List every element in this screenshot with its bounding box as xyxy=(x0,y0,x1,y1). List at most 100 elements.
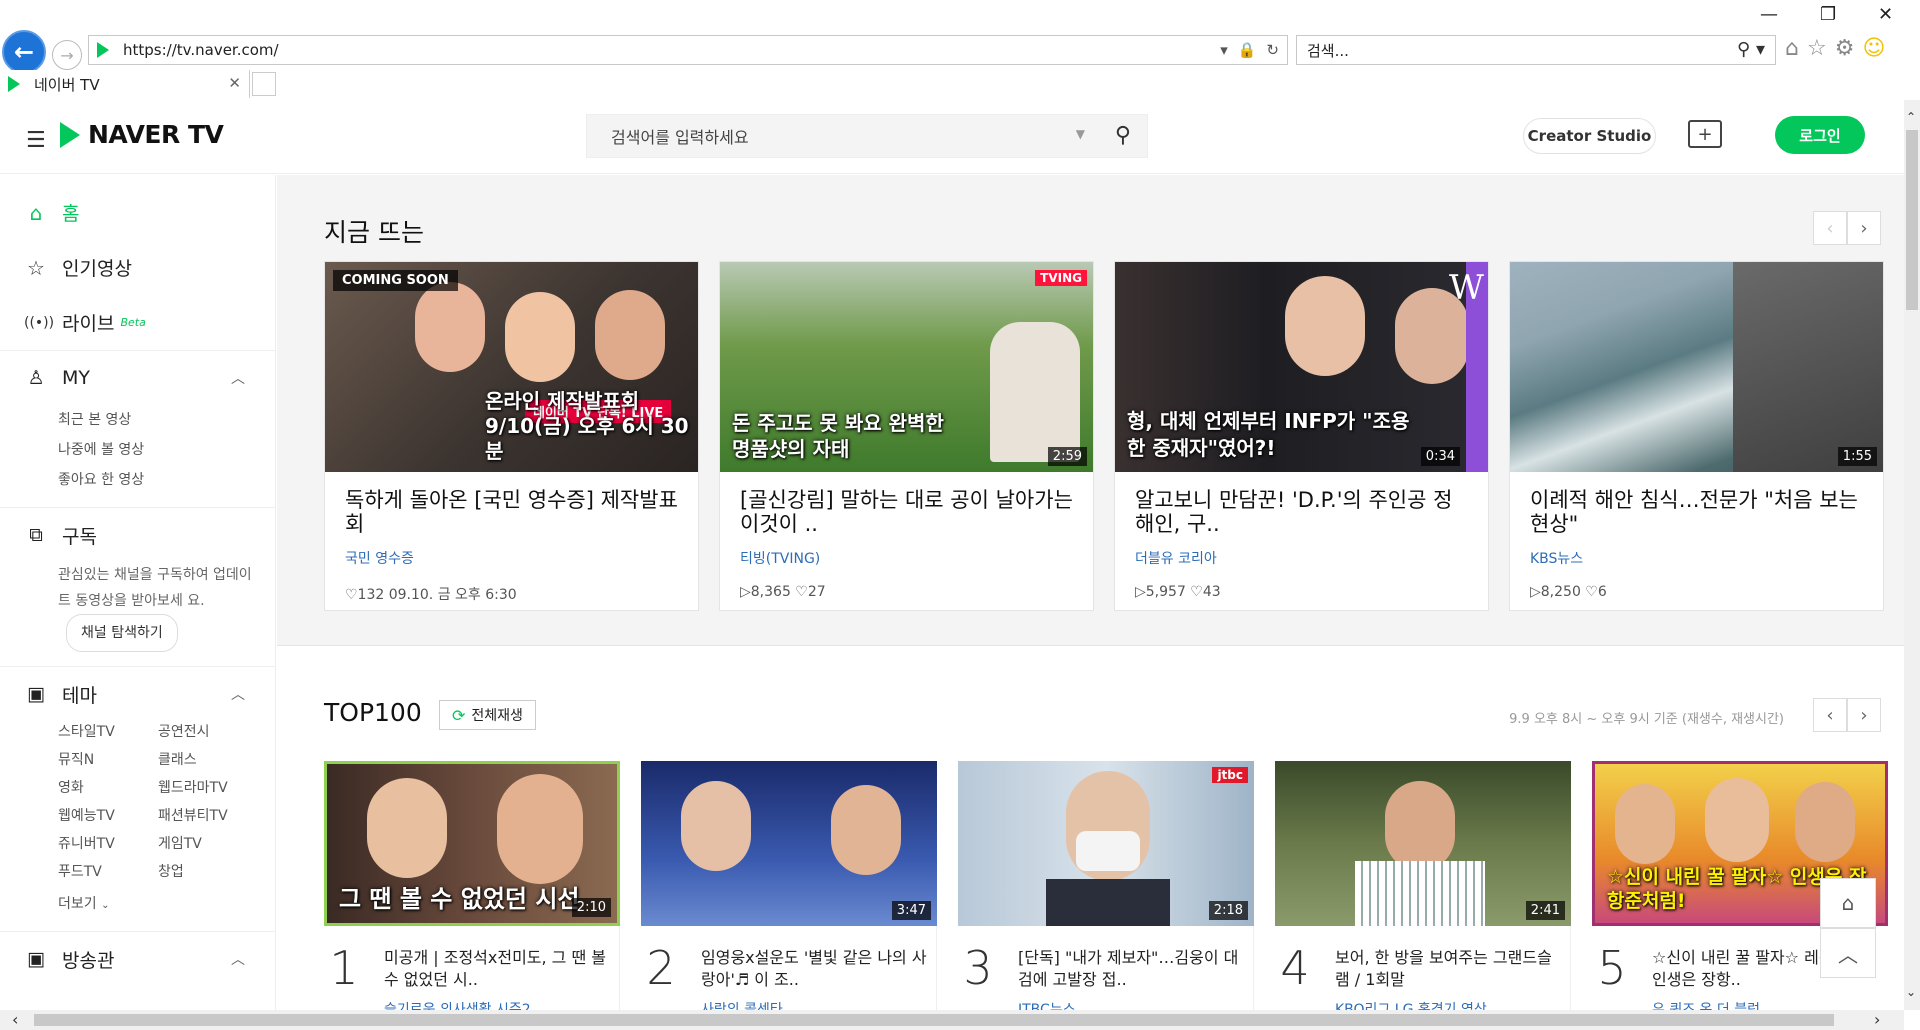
top100-card[interactable]: jtbc 2:18 3 [단독] "내가 제보자"…김웅이 대검에 고발장 접.… xyxy=(958,761,1254,1010)
prev-icon[interactable]: ‹ xyxy=(1813,211,1847,245)
browser-tab[interactable]: 네이버 TV ✕ xyxy=(0,70,250,98)
search-icon[interactable]: ⚲ xyxy=(1115,123,1131,148)
chevron-up-icon[interactable]: ︿ xyxy=(231,368,245,388)
search-dropdown-icon[interactable]: ▼ xyxy=(1076,127,1085,141)
video-card[interactable]: COMING SOON 네이버 TV 단독! LIVE 온라인 제작발표회 9/… xyxy=(324,261,699,611)
prev-icon[interactable]: ‹ xyxy=(1813,698,1847,732)
sidebar-section-broadcast[interactable]: ▣ 방송관 ︿ xyxy=(0,932,275,986)
my-item[interactable]: 나중에 볼 영상 xyxy=(0,435,275,465)
vertical-scroll-thumb[interactable] xyxy=(1906,130,1918,310)
top100-card[interactable]: 2:41 4 보어, 한 방을 보여주는 그랜드슬램 / 1회말 KBO리그 L… xyxy=(1275,761,1571,1010)
refresh-icon[interactable]: ↻ xyxy=(1266,41,1279,59)
theme-item[interactable]: 클래스 xyxy=(158,749,268,769)
video-title[interactable]: 보어, 한 방을 보여주는 그랜드슬램 / 1회말 xyxy=(1335,947,1565,991)
play-all-button[interactable]: ⟳ 전체재생 xyxy=(439,700,536,730)
more-themes-button[interactable]: 더보기 ⌄ xyxy=(0,889,275,921)
theme-item[interactable]: 뮤직N xyxy=(58,749,158,769)
address-bar[interactable]: https://tv.naver.com/ ▾ 🔒 ↻ xyxy=(88,35,1288,65)
close-window-icon[interactable]: ✕ xyxy=(1878,4,1893,25)
theme-item[interactable]: 푸드TV xyxy=(58,861,158,881)
video-channel[interactable]: 유 퀴즈 온 더 블럭 xyxy=(1652,999,1760,1010)
video-thumbnail[interactable]: W 형, 대체 언제부터 INFP가 "조용한 중재자"였어?! 0:34 xyxy=(1115,262,1488,472)
video-channel[interactable]: 슬기로운 의사생활 시즌2 xyxy=(384,999,531,1010)
sidebar-section-theme[interactable]: ▣ 테마 ︿ xyxy=(0,667,275,721)
video-thumbnail[interactable]: 1:55 xyxy=(1510,262,1883,472)
chevron-up-icon[interactable]: ︿ xyxy=(231,949,245,969)
theme-item[interactable]: 게임TV xyxy=(158,833,268,853)
forward-button[interactable]: → xyxy=(52,40,82,70)
scroll-to-top-button[interactable]: ︿ xyxy=(1820,928,1876,978)
minimize-icon[interactable]: — xyxy=(1760,4,1778,25)
smiley-feedback-icon[interactable]: ☺ xyxy=(1862,36,1885,61)
upload-video-icon[interactable]: + xyxy=(1688,120,1722,148)
sidebar-section-subscribe[interactable]: ⧉ 구독 xyxy=(0,508,275,562)
login-button[interactable]: 로그인 xyxy=(1775,116,1865,154)
video-channel[interactable]: KBO리그 LG 홈경기 영상 xyxy=(1335,999,1487,1010)
video-thumbnail[interactable]: jtbc 2:18 xyxy=(958,761,1254,926)
video-channel[interactable]: JTBC뉴스 xyxy=(1018,999,1076,1010)
dropdown-icon[interactable]: ▾ xyxy=(1220,41,1228,59)
next-icon[interactable]: › xyxy=(1847,698,1881,732)
my-item[interactable]: 좋아요 한 영상 xyxy=(0,465,275,495)
scroll-right-icon[interactable]: › xyxy=(1874,1010,1880,1029)
video-thumbnail[interactable]: 그 땐 볼 수 없었던 시선 2:10 xyxy=(324,761,620,926)
settings-gear-icon[interactable]: ⚙ xyxy=(1835,36,1855,61)
sidebar-item-popular[interactable]: ☆ 인기영상 xyxy=(0,240,275,295)
video-channel[interactable]: 티빙(TVING) xyxy=(720,536,1093,568)
vertical-scrollbar[interactable]: ⌃ ⌄ xyxy=(1904,100,1920,1010)
top100-card[interactable]: 그 땐 볼 수 없었던 시선 2:10 1 미공개 | 조정석x전미도, 그 땐… xyxy=(324,761,620,1010)
video-title[interactable]: [골신강림] 말하는 대로 공이 날아가는 이것이 .. xyxy=(720,472,1093,536)
theme-item[interactable]: 웹예능TV xyxy=(58,805,158,825)
video-thumbnail[interactable]: 3:47 xyxy=(641,761,937,926)
video-title[interactable]: 미공개 | 조정석x전미도, 그 땐 볼 수 없었던 시.. xyxy=(384,947,614,991)
top100-card[interactable]: 3:47 2 임영웅x설운도 '별빛 같은 나의 사랑아'♬ 이 조.. 사랑의… xyxy=(641,761,937,1010)
back-button[interactable]: ← xyxy=(2,30,46,74)
video-channel[interactable]: 국민 영수증 xyxy=(325,536,698,568)
video-channel[interactable]: 더블유 코리아 xyxy=(1115,536,1488,568)
home-float-button[interactable]: ⌂ xyxy=(1820,878,1876,928)
sidebar-item-live[interactable]: ((•)) 라이브 Beta xyxy=(0,295,275,350)
video-channel[interactable]: KBS뉴스 xyxy=(1510,536,1883,568)
video-title[interactable]: 임영웅x설운도 '별빛 같은 나의 사랑아'♬ 이 조.. xyxy=(701,947,931,991)
naver-tv-logo[interactable]: NAVER TV xyxy=(60,120,224,149)
explore-channels-button[interactable]: 채널 탐색하기 xyxy=(66,614,178,652)
theme-item[interactable]: 창업 xyxy=(158,861,268,881)
video-card[interactable]: 1:55 이례적 해안 침식…전문가 "처음 보는 현상" KBS뉴스 ▷8,2… xyxy=(1509,261,1884,611)
theme-item[interactable]: 웹드라마TV xyxy=(158,777,268,797)
chevron-up-icon[interactable]: ︿ xyxy=(231,684,245,704)
lock-icon[interactable]: 🔒 xyxy=(1238,41,1257,59)
video-card[interactable]: TVING 돈 주고도 못 봐요 완벽한 명품샷의 자태 2:59 [골신강림]… xyxy=(719,261,1094,611)
sidebar-section-my[interactable]: ♙ MY ︿ xyxy=(0,351,275,405)
sidebar-item-home[interactable]: ⌂ 홈 xyxy=(0,185,275,240)
video-thumbnail[interactable]: 2:41 xyxy=(1275,761,1571,926)
video-thumbnail[interactable]: COMING SOON 네이버 TV 단독! LIVE 온라인 제작발표회 9/… xyxy=(325,262,698,472)
close-tab-icon[interactable]: ✕ xyxy=(228,74,241,92)
creator-studio-button[interactable]: Creator Studio xyxy=(1523,118,1656,154)
video-title[interactable]: [단독] "내가 제보자"…김웅이 대검에 고발장 접.. xyxy=(1018,947,1248,991)
next-icon[interactable]: › xyxy=(1847,211,1881,245)
scroll-up-icon[interactable]: ⌃ xyxy=(1906,110,1916,124)
theme-item[interactable]: 스타일TV xyxy=(58,721,158,741)
theme-item[interactable]: 패션뷰티TV xyxy=(158,805,268,825)
site-search-input[interactable]: 검색어를 입력하세요 ▼ ⚲ xyxy=(586,114,1148,158)
scroll-down-icon[interactable]: ⌄ xyxy=(1906,985,1916,999)
my-item[interactable]: 최근 본 영상 xyxy=(0,405,275,435)
video-thumbnail[interactable]: TVING 돈 주고도 못 봐요 완벽한 명품샷의 자태 2:59 xyxy=(720,262,1093,472)
horizontal-scrollbar[interactable]: ‹ › xyxy=(0,1010,1904,1030)
horizontal-scroll-thumb[interactable] xyxy=(34,1014,1834,1026)
hamburger-menu-icon[interactable]: ☰ xyxy=(26,128,46,153)
home-icon[interactable]: ⌂ xyxy=(1785,36,1799,61)
favorites-star-icon[interactable]: ☆ xyxy=(1807,36,1827,61)
new-tab-button[interactable] xyxy=(252,72,276,96)
video-title[interactable]: 알고보니 만담꾼! 'D.P.'의 주인공 정해인, 구.. xyxy=(1115,472,1488,536)
theme-item[interactable]: 영화 xyxy=(58,777,158,797)
search-icon[interactable]: ⚲ ▾ xyxy=(1737,39,1765,60)
video-card[interactable]: W 형, 대체 언제부터 INFP가 "조용한 중재자"였어?! 0:34 알고… xyxy=(1114,261,1489,611)
theme-item[interactable]: 공연전시 xyxy=(158,721,268,741)
theme-item[interactable]: 쥬니버TV xyxy=(58,833,158,853)
restore-icon[interactable]: ❐ xyxy=(1820,4,1836,25)
video-title[interactable]: 독하게 돌아온 [국민 영수증] 제작발표회 xyxy=(325,472,698,536)
video-channel[interactable]: 사랑의 콜센타 xyxy=(701,999,783,1010)
browser-search-box[interactable]: 검색... ⚲ ▾ xyxy=(1296,35,1776,65)
video-title[interactable]: 이례적 해안 침식…전문가 "처음 보는 현상" xyxy=(1510,472,1883,536)
